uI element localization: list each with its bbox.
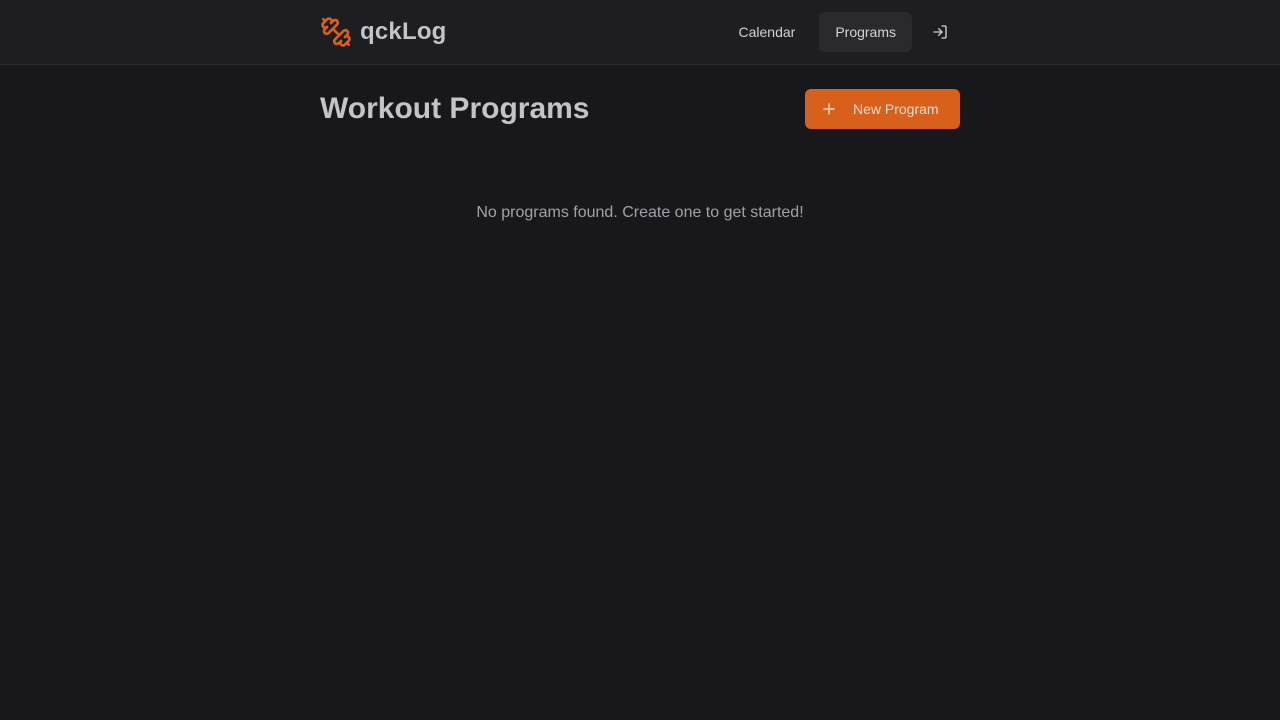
- page-title: Workout Programs: [320, 92, 590, 125]
- nav-link-calendar[interactable]: Calendar: [722, 12, 811, 52]
- new-program-button[interactable]: New Program: [805, 89, 960, 129]
- dumbbell-icon: [320, 16, 352, 48]
- login-button[interactable]: [920, 12, 960, 52]
- empty-state-message: No programs found. Create one to get sta…: [476, 204, 804, 221]
- log-in-icon: [932, 24, 948, 40]
- main-nav: Calendar Programs: [722, 12, 960, 52]
- new-program-button-label: New Program: [853, 101, 939, 117]
- brand-home-link[interactable]: qckLog: [320, 15, 447, 49]
- app-name: qckLog: [360, 18, 447, 45]
- top-navbar: qckLog Calendar Programs: [0, 0, 1280, 65]
- plus-icon: [805, 103, 835, 115]
- nav-link-programs[interactable]: Programs: [819, 12, 912, 52]
